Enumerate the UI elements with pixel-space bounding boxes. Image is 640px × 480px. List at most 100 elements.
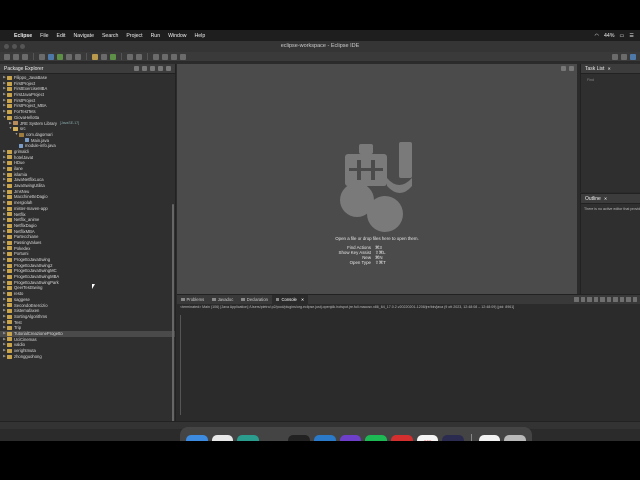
vscode-icon[interactable]: ❮❯: [314, 434, 336, 441]
pin-console-icon[interactable]: [606, 297, 611, 302]
search-icon[interactable]: [136, 53, 142, 60]
trash-icon[interactable]: 🗑: [504, 434, 526, 441]
save-all-icon[interactable]: [22, 53, 28, 60]
task-list-tab[interactable]: Task List ✕: [581, 64, 640, 74]
javadoc-icon: [212, 297, 216, 302]
outline-view: Outline ✕ There is no active editor that…: [580, 193, 640, 294]
dock-separator: [470, 433, 472, 441]
terminal-icon[interactable]: [39, 53, 45, 60]
eclipse-screen: Eclipse File Edit Navigate Search Projec…: [0, 30, 640, 441]
minimize-editor-icon[interactable]: [561, 66, 566, 71]
project-icon: [7, 98, 12, 103]
collapse-all-icon[interactable]: [134, 66, 139, 71]
tab-javadoc[interactable]: Javadoc: [208, 295, 237, 304]
tab-declaration[interactable]: Declaration: [237, 295, 272, 304]
github-icon[interactable]: ●: [339, 434, 362, 441]
new-class-icon[interactable]: [110, 53, 116, 60]
pkg-icon: [19, 132, 24, 137]
run-icon[interactable]: [57, 53, 63, 60]
control-center-icon[interactable]: ☰: [629, 33, 634, 39]
open-type-icon[interactable]: [127, 53, 133, 60]
open-console-icon[interactable]: [619, 297, 624, 302]
package-explorer-title: Package Explorer: [4, 65, 44, 72]
menu-file[interactable]: File: [40, 33, 48, 39]
chrome-icon[interactable]: ◉: [211, 434, 234, 441]
close-window-button[interactable]: [4, 44, 9, 49]
maximize-editor-icon[interactable]: [569, 66, 574, 71]
tab-problems[interactable]: Problems: [177, 295, 208, 304]
menu-navigate[interactable]: Navigate: [73, 33, 93, 39]
link-editor-icon[interactable]: [142, 66, 147, 71]
battery-icon[interactable]: ▭: [619, 33, 624, 39]
tree-item[interactable]: ▶ zhongguohong: [0, 354, 175, 360]
finder-icon[interactable]: ☺: [186, 434, 208, 441]
project-icon: [7, 183, 12, 188]
view-menu-icon[interactable]: [150, 66, 155, 71]
maximize-view-icon[interactable]: [166, 66, 171, 71]
spotify-icon[interactable]: ≋: [365, 434, 387, 441]
folder-icon: [13, 127, 18, 132]
coverage-icon[interactable]: [66, 53, 72, 60]
project-icon: [7, 309, 12, 314]
word-wrap-icon[interactable]: [600, 297, 605, 302]
wifi-icon[interactable]: ◠: [595, 33, 600, 39]
edge-icon[interactable]: ◐: [237, 434, 259, 441]
debug-icon[interactable]: [48, 53, 54, 60]
forward-icon[interactable]: [180, 53, 186, 60]
document-icon[interactable]: ≡: [478, 434, 501, 441]
menu-run[interactable]: Run: [151, 33, 161, 39]
close-task-list-icon[interactable]: ✕: [607, 66, 610, 71]
acrobat-icon[interactable]: A: [390, 434, 413, 441]
java-perspective-icon[interactable]: [630, 53, 636, 60]
minimize-view-icon[interactable]: [158, 66, 163, 71]
open-perspective-icon[interactable]: [621, 53, 627, 60]
menu-edit[interactable]: Edit: [57, 33, 66, 39]
project-icon: [7, 354, 12, 359]
calendar-icon[interactable]: OTT9: [416, 434, 439, 441]
bottom-tabs: Problems Javadoc Declaration Console ✕: [177, 295, 640, 304]
display-console-icon[interactable]: [613, 297, 618, 302]
close-console-icon[interactable]: ✕: [301, 297, 305, 302]
menu-window[interactable]: Window: [168, 33, 186, 39]
console-output[interactable]: [180, 315, 635, 415]
menu-search[interactable]: Search: [102, 33, 118, 39]
new-java-project-icon[interactable]: [92, 53, 98, 60]
project-icon: [7, 223, 12, 228]
search-toolbar-icon[interactable]: [612, 53, 618, 60]
save-icon[interactable]: [13, 53, 19, 60]
outline-title: Outline: [585, 195, 601, 202]
menu-app-name[interactable]: Eclipse: [14, 33, 32, 39]
problems-icon: [181, 297, 185, 302]
menu-project[interactable]: Project: [126, 33, 142, 39]
close-outline-icon[interactable]: ✕: [604, 196, 607, 201]
outline-tab[interactable]: Outline ✕: [581, 194, 640, 204]
task-list-view: Task List ✕ Find: [580, 64, 640, 192]
next-annotation-icon[interactable]: [153, 53, 159, 60]
new-package-icon[interactable]: [101, 53, 107, 60]
editor-area[interactable]: Open a file or drop files here to open t…: [177, 64, 577, 294]
back-icon[interactable]: [171, 53, 177, 60]
explorer-scrollbar[interactable]: [172, 204, 174, 421]
maximize-console-icon[interactable]: [632, 297, 637, 302]
file-icon: [19, 144, 23, 149]
minimize-window-button[interactable]: [12, 44, 17, 49]
scroll-lock-icon[interactable]: [593, 297, 598, 302]
task-list-find[interactable]: Find: [581, 74, 640, 86]
prev-annotation-icon[interactable]: [162, 53, 168, 60]
clear-console-icon[interactable]: [587, 297, 592, 302]
project-tree: ▶ Filippo_JavaBase ▶ FirstProject ▶ FirstExer…: [0, 74, 175, 359]
minimize-console-icon[interactable]: [626, 297, 631, 302]
package-explorer-tab[interactable]: Package Explorer: [0, 64, 175, 74]
project-icon: [7, 178, 12, 183]
terminate-icon[interactable]: [574, 297, 579, 302]
terminal-icon[interactable]: >_: [288, 434, 311, 441]
menu-help[interactable]: Help: [195, 33, 206, 39]
zoom-window-button[interactable]: [20, 44, 25, 49]
mac-dock: ☺◉◐◆>_❮❯●≋AOTT9◑ ≡🗑: [180, 427, 532, 441]
tab-console[interactable]: Console ✕: [271, 295, 309, 304]
external-tools-icon[interactable]: [75, 53, 81, 60]
remove-launch-icon[interactable]: [580, 297, 585, 302]
new-icon[interactable]: [4, 53, 10, 60]
unity-icon[interactable]: ◆: [262, 434, 285, 441]
eclipse-icon[interactable]: ◑: [442, 434, 464, 441]
